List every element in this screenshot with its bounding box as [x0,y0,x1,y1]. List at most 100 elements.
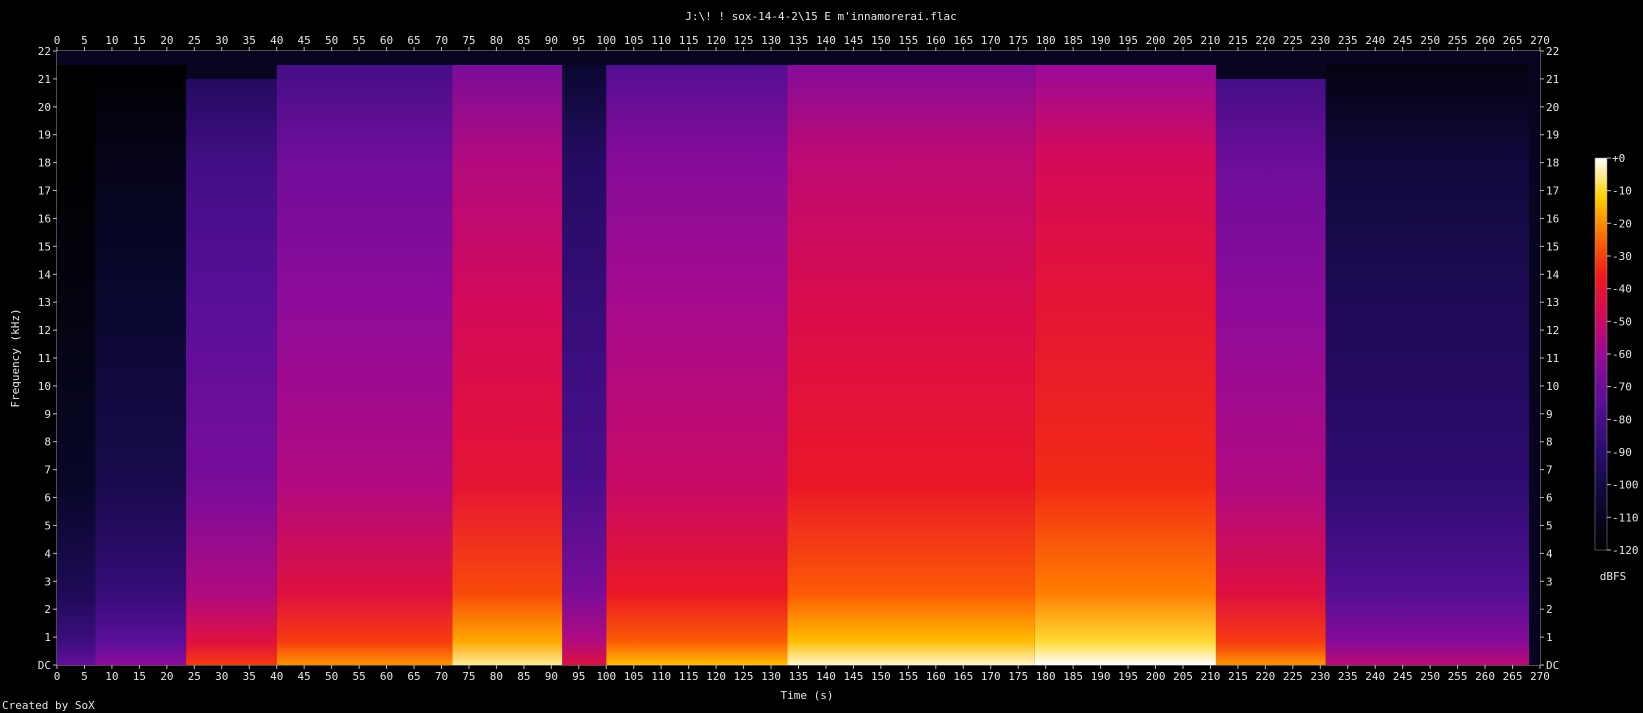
x-tick-label: 35 [243,670,256,683]
x-tick-label: 75 [462,670,475,683]
x-tick-label: 90 [545,34,558,47]
x-tick-label: 240 [1365,34,1385,47]
footer-credit: Created by SoX [2,699,95,712]
colorbar-label: dBFS [1600,570,1627,583]
x-tick-label: 175 [1008,670,1028,683]
y-tick-label: 5 [44,519,51,532]
x-tick-label: 220 [1255,34,1275,47]
spectrogram-segment [787,64,1035,666]
y-tick-label: DC [38,659,51,672]
x-tick-label: 85 [517,34,530,47]
x-tick-label: 200 [1146,670,1166,683]
colorbar-tick-label: -60 [1612,348,1632,361]
x-tick-label: 195 [1118,34,1138,47]
x-tick-label: 195 [1118,670,1138,683]
x-tick-label: 40 [270,670,283,683]
x-tick-label: 205 [1173,670,1193,683]
x-tick-label: 70 [435,34,448,47]
y-axis-right: DC12345678910111213141516171819202122 [1540,45,1560,672]
x-tick-label: 265 [1503,34,1523,47]
colorbar-tick-label: +0 [1612,152,1625,165]
x-tick-label: 100 [596,670,616,683]
x-tick-label: 205 [1173,34,1193,47]
x-tick-label: 130 [761,34,781,47]
x-tick-label: 220 [1255,670,1275,683]
y-tick-label: 3 [1546,575,1553,588]
x-tick-label: 45 [298,670,311,683]
y-tick-label: 5 [1546,519,1553,532]
y-tick-label: 18 [38,157,51,170]
x-tick-label: 50 [325,34,338,47]
y-tick-label: 21 [38,73,51,86]
x-tick-label: 260 [1475,34,1495,47]
x-tick-label: 155 [898,670,918,683]
y-tick-label: 8 [1546,436,1553,449]
x-tick-label: 260 [1475,670,1495,683]
y-tick-label: 11 [38,352,51,365]
y-tick-label: 1 [1546,631,1553,644]
y-tick-label: 15 [38,240,51,253]
x-tick-label: 120 [706,670,726,683]
x-tick-label: 110 [651,34,671,47]
x-tick-label: 65 [407,34,420,47]
x-axis-bottom: 0 5 10 15 20 25 30 35 40 45 50 55 60 65 70 75 80 85 90 95 10… [54,665,1550,683]
colorbar-tick-label: -20 [1612,217,1632,230]
y-tick-label: 17 [38,185,51,198]
x-tick-label: 15 [133,670,146,683]
x-tick-label: 5 [81,670,88,683]
y-tick-label: 13 [38,296,51,309]
x-tick-label: 150 [871,34,891,47]
x-tick-label: 65 [407,670,420,683]
x-tick-label: 240 [1365,670,1385,683]
y-tick-label: 12 [1546,324,1559,337]
y-tick-label: 19 [38,129,51,142]
x-tick-label: 255 [1448,670,1468,683]
x-tick-label: 60 [380,670,393,683]
y-tick-label: 14 [38,268,52,281]
x-tick-label: 230 [1310,670,1330,683]
spectrogram-segment [186,78,277,666]
y-tick-label: 11 [1546,352,1559,365]
x-tick-label: 30 [215,34,228,47]
x-tick-label: 85 [517,670,530,683]
x-tick-label: 160 [926,34,946,47]
colorbar-tick-label: -110 [1612,511,1639,524]
y-tick-label: 17 [1546,185,1559,198]
x-tick-label: 25 [188,34,201,47]
x-tick-label: 140 [816,34,836,47]
x-tick-label: 170 [981,670,1001,683]
x-tick-label: 165 [953,670,973,683]
x-tick-label: 155 [898,34,918,47]
colorbar-tick-label: -90 [1612,446,1632,459]
x-tick-label: 145 [843,670,863,683]
x-tick-label: 180 [1036,670,1056,683]
x-tick-label: 225 [1283,670,1303,683]
x-tick-label: 30 [215,670,228,683]
spectrogram-segment [95,64,187,666]
x-tick-label: 235 [1338,670,1358,683]
x-tick-label: 100 [596,34,616,47]
y-tick-label: 1 [44,631,51,644]
y-tick-label: 9 [1546,408,1553,421]
x-tick-label: 150 [871,670,891,683]
x-tick-label: 0 [54,34,61,47]
x-tick-label: 120 [706,34,726,47]
colorbar-tick-label: -80 [1612,413,1632,426]
x-tick-label: 0 [54,670,61,683]
y-tick-label: 7 [1546,464,1553,477]
y-tick-label: 22 [38,45,51,58]
x-tick-label: 110 [651,670,671,683]
colorbar [1594,157,1608,551]
colorbar-tick-label: -100 [1612,479,1639,492]
x-tick-label: 250 [1420,34,1440,47]
y-tick-label: 14 [1546,268,1560,281]
x-tick-label: 180 [1036,34,1056,47]
x-tick-label: 170 [981,34,1001,47]
x-tick-label: 135 [789,670,809,683]
colorbar-tick-label: -50 [1612,315,1632,328]
y-tick-label: 3 [44,575,51,588]
y-tick-label: 20 [1546,101,1559,114]
x-tick-label: 140 [816,670,836,683]
y-tick-label: DC [1546,659,1559,672]
x-tick-label: 160 [926,670,946,683]
